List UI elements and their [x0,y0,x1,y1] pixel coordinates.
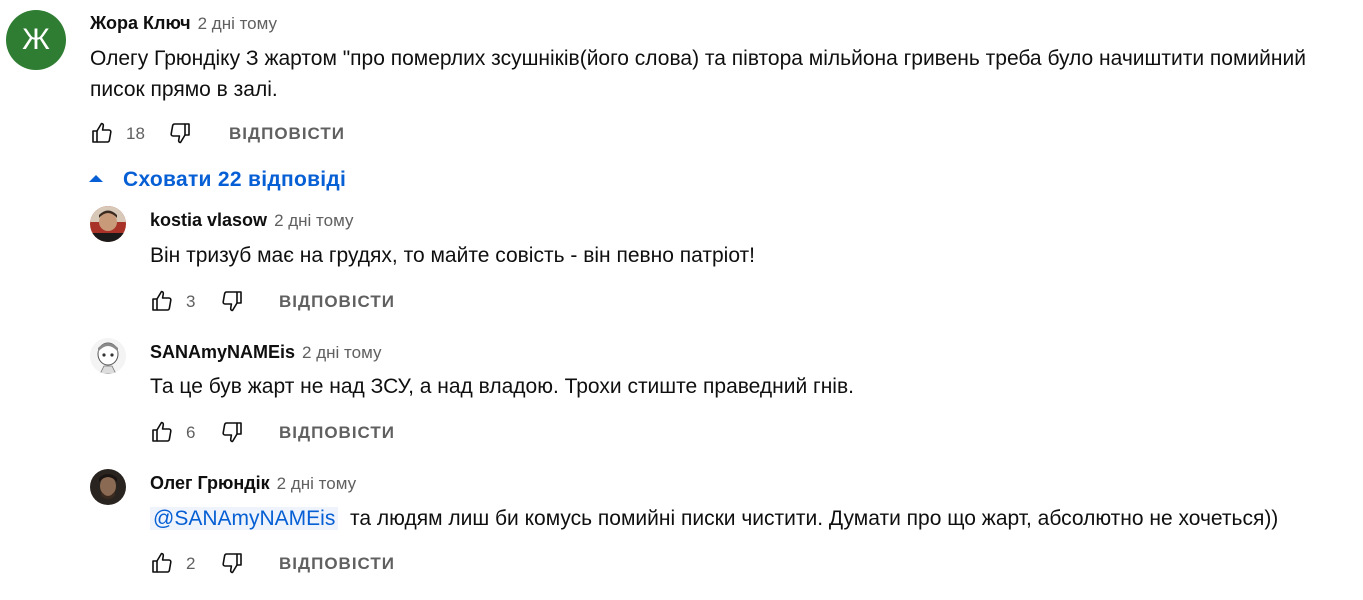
comment-header: Олег Грюндік 2 дні тому [150,473,356,494]
comment-author[interactable]: Жора Ключ [90,13,191,33]
reply-button[interactable]: ВІДПОВІСТИ [229,124,345,144]
reply-button[interactable]: ВІДПОВІСТИ [279,423,395,443]
comment-header: SANAmyNAMEis 2 дні тому [150,342,381,363]
comment-time[interactable]: 2 дні тому [277,474,356,493]
dislike-icon[interactable] [220,420,244,444]
comment-author[interactable]: SANAmyNAMEis [150,342,295,362]
reply-button[interactable]: ВІДПОВІСТИ [279,292,395,312]
like-count: 3 [186,292,196,311]
like-icon[interactable] [90,121,114,145]
comment-text-body: та людям лиш би комусь помийні писки чис… [350,507,1279,530]
comment-text: Та це був жарт не над ЗСУ, а над владою.… [150,375,854,398]
avatar[interactable] [90,206,126,242]
like-icon[interactable] [150,420,174,444]
comment-header: kostia vlasow 2 дні тому [150,210,353,231]
hide-replies-label: Сховати 22 відповіді [123,168,347,191]
dislike-icon[interactable] [220,551,244,575]
like-icon[interactable] [150,289,174,313]
comment-time[interactable]: 2 дні тому [274,211,353,230]
avatar[interactable] [90,338,126,374]
comment-header: Жора Ключ 2 дні тому [90,13,277,34]
reply-button[interactable]: ВІДПОВІСТИ [279,554,395,574]
like-count: 18 [126,124,145,143]
comment-text: Олегу Грюндіку З жартом "про померлих зс… [90,43,1350,105]
comment-text-line: Олегу Грюндіку З жартом "про померлих зс… [90,47,1306,70]
avatar[interactable]: Ж [6,10,66,70]
chevron-up-icon [87,173,105,185]
comment-text: @SANAmyNAMEis та людям лиш би комусь пом… [150,503,1278,534]
comment-author[interactable]: Олег Грюндік [150,473,270,493]
comment-author[interactable]: kostia vlasow [150,210,267,230]
mention-link[interactable]: @SANAmyNAMEis [150,507,339,530]
dislike-icon[interactable] [168,121,192,145]
hide-replies-button[interactable]: Сховати 22 відповіді [87,168,357,194]
comment-text: Він тризуб має на грудях, то майте совіс… [150,244,755,267]
dislike-icon[interactable] [220,289,244,313]
avatar[interactable] [90,469,126,505]
comment-time[interactable]: 2 дні тому [198,14,277,33]
like-count: 2 [186,554,196,573]
like-icon[interactable] [150,551,174,575]
comment-text-line: писок прямо в залі. [90,78,278,101]
comment-time[interactable]: 2 дні тому [302,343,381,362]
like-count: 6 [186,423,196,442]
